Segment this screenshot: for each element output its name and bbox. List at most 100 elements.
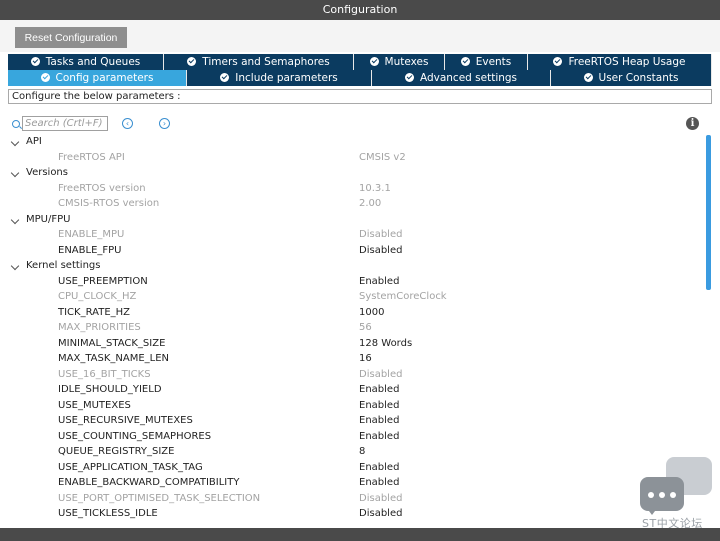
parameter-row[interactable]: USE_RECURSIVE_MUTEXES Enabled: [0, 413, 704, 429]
tab-row-1: Tasks and Queues Timers and Semaphores M…: [8, 54, 712, 70]
parameter-value[interactable]: Enabled: [359, 460, 399, 476]
tab-label: Mutexes: [384, 56, 429, 68]
check-circle-icon: [583, 73, 593, 82]
parameter-value[interactable]: Enabled: [359, 429, 399, 445]
parameter-row[interactable]: USE_PREEMPTION Enabled: [0, 274, 704, 290]
chevron-down-icon[interactable]: [10, 168, 20, 178]
tab-label: Config parameters: [55, 72, 154, 84]
parameter-row[interactable]: ENABLE_FPU Disabled: [0, 243, 704, 259]
forum-watermark: ST中文论坛: [640, 457, 712, 530]
group-label: API: [26, 136, 42, 147]
parameter-row[interactable]: USE_TICKLESS_IDLE Disabled: [0, 506, 704, 522]
tab-label: FreeRTOS Heap Usage: [568, 56, 686, 68]
parameter-row[interactable]: USE_COUNTING_SEMAPHORES Enabled: [0, 429, 704, 445]
tab-label: Timers and Semaphores: [202, 56, 330, 68]
configure-instructions: Configure the below parameters :: [8, 89, 712, 104]
tab-freertos-heap-usage[interactable]: FreeRTOS Heap Usage: [528, 54, 712, 70]
tab-advanced-settings[interactable]: Advanced settings: [372, 70, 551, 86]
bubble-dot: [670, 492, 676, 498]
parameter-value: 10.3.1: [359, 182, 391, 194]
tab-label: Tasks and Queues: [45, 56, 141, 68]
scrollbar-thumb[interactable]: [706, 135, 711, 290]
reset-configuration-button[interactable]: Reset Configuration: [15, 27, 127, 48]
parameter-row[interactable]: MINIMAL_STACK_SIZE 128 Words: [0, 336, 704, 352]
parameter-row[interactable]: USE_APPLICATION_TASK_TAG Enabled: [0, 460, 704, 476]
parameter-name: TICK_RATE_HZ: [58, 306, 131, 318]
parameter-row[interactable]: QUEUE_REGISTRY_SIZE 8: [0, 444, 704, 460]
parameter-row[interactable]: MAX_PRIORITIES 56: [0, 320, 704, 336]
parameter-value[interactable]: Disabled: [359, 243, 402, 259]
parameter-name: CMSIS-RTOS version: [58, 198, 160, 209]
parameter-name: MAX_PRIORITIES: [58, 322, 141, 333]
parameter-value[interactable]: 1000: [359, 305, 384, 321]
parameter-name: IDLE_SHOULD_YIELD: [58, 384, 162, 395]
tab-label: Include parameters: [235, 72, 338, 84]
parameter-row[interactable]: ENABLE_BACKWARD_COMPATIBILITY Enabled: [0, 475, 704, 491]
parameter-row[interactable]: CMSIS-RTOS version 2.00: [0, 196, 704, 212]
tab-config-parameters[interactable]: Config parameters: [8, 70, 187, 86]
parameter-value: 56: [359, 322, 372, 333]
tree-group[interactable]: Versions: [0, 165, 704, 181]
parameter-value[interactable]: Enabled: [359, 274, 399, 290]
search-icon: [12, 120, 20, 128]
chevron-down-icon[interactable]: [10, 137, 20, 147]
check-circle-icon: [404, 73, 414, 82]
check-circle-icon: [369, 57, 379, 66]
group-label: MPU/FPU: [26, 213, 71, 225]
tab-label: User Constants: [598, 72, 679, 84]
parameter-row[interactable]: USE_16_BIT_TICKS Disabled: [0, 367, 704, 383]
status-bar: [0, 528, 720, 541]
search-input[interactable]: [22, 116, 108, 131]
tab-events[interactable]: Events: [445, 54, 528, 70]
info-icon[interactable]: i: [686, 117, 699, 130]
parameter-name: FreeRTOS API: [58, 151, 125, 163]
parameter-name: USE_APPLICATION_TASK_TAG: [58, 461, 203, 473]
parameter-row[interactable]: FreeRTOS version 10.3.1: [0, 181, 704, 197]
parameter-value: Disabled: [359, 368, 403, 380]
parameter-value[interactable]: Enabled: [359, 398, 399, 414]
parameter-value: CMSIS v2: [359, 151, 406, 163]
next-result-icon[interactable]: ›: [159, 118, 170, 129]
chevron-down-icon[interactable]: [10, 261, 20, 271]
tab-timers-and-semaphores[interactable]: Timers and Semaphores: [164, 54, 354, 70]
parameter-name: MAX_TASK_NAME_LEN: [58, 353, 170, 364]
tab-include-parameters[interactable]: Include parameters: [187, 70, 372, 86]
tree-group[interactable]: API: [0, 134, 704, 150]
parameter-row[interactable]: IDLE_SHOULD_YIELD Enabled: [0, 382, 704, 398]
parameter-row[interactable]: ENABLE_MPU Disabled: [0, 227, 704, 243]
bubble-dot: [659, 492, 665, 498]
parameter-row[interactable]: USE_MUTEXES Enabled: [0, 398, 704, 414]
tab-user-constants[interactable]: User Constants: [551, 70, 712, 86]
check-circle-icon: [30, 57, 40, 66]
tab-label: Advanced settings: [419, 72, 518, 84]
tree-group[interactable]: MPU/FPU: [0, 212, 704, 228]
parameter-value[interactable]: Disabled: [359, 506, 402, 522]
parameter-row[interactable]: CPU_CLOCK_HZ SystemCoreClock: [0, 289, 704, 305]
parameter-value: Disabled: [359, 492, 403, 504]
parameter-value: Disabled: [359, 229, 403, 240]
check-circle-icon: [460, 57, 470, 66]
parameter-row[interactable]: FreeRTOS API CMSIS v2: [0, 150, 704, 166]
parameter-value[interactable]: Enabled: [359, 382, 399, 398]
previous-result-icon[interactable]: ‹: [122, 118, 133, 129]
parameter-name: USE_PREEMPTION: [58, 275, 148, 287]
check-circle-icon: [220, 73, 230, 82]
parameter-name: USE_16_BIT_TICKS: [58, 368, 151, 380]
parameter-value[interactable]: Enabled: [359, 413, 399, 429]
parameter-row[interactable]: TICK_RATE_HZ 1000: [0, 305, 704, 321]
parameter-row[interactable]: MAX_TASK_NAME_LEN 16: [0, 351, 704, 367]
parameter-name: USE_TICKLESS_IDLE: [58, 508, 158, 519]
parameter-name: CPU_CLOCK_HZ: [58, 291, 137, 302]
parameter-value[interactable]: 16: [359, 351, 372, 367]
tab-tasks-and-queues[interactable]: Tasks and Queues: [8, 54, 164, 70]
parameter-name: USE_MUTEXES: [58, 399, 131, 411]
parameter-value[interactable]: Enabled: [359, 475, 399, 491]
parameter-row[interactable]: USE_PORT_OPTIMISED_TASK_SELECTION Disable…: [0, 491, 704, 507]
parameter-value[interactable]: 8: [359, 444, 365, 460]
group-label: Versions: [26, 167, 68, 178]
parameter-value[interactable]: 128 Words: [359, 336, 412, 352]
tree-group[interactable]: Kernel settings: [0, 258, 704, 274]
chevron-down-icon[interactable]: [10, 215, 20, 224]
parameter-name: USE_RECURSIVE_MUTEXES: [58, 415, 193, 426]
tab-mutexes[interactable]: Mutexes: [354, 54, 445, 70]
